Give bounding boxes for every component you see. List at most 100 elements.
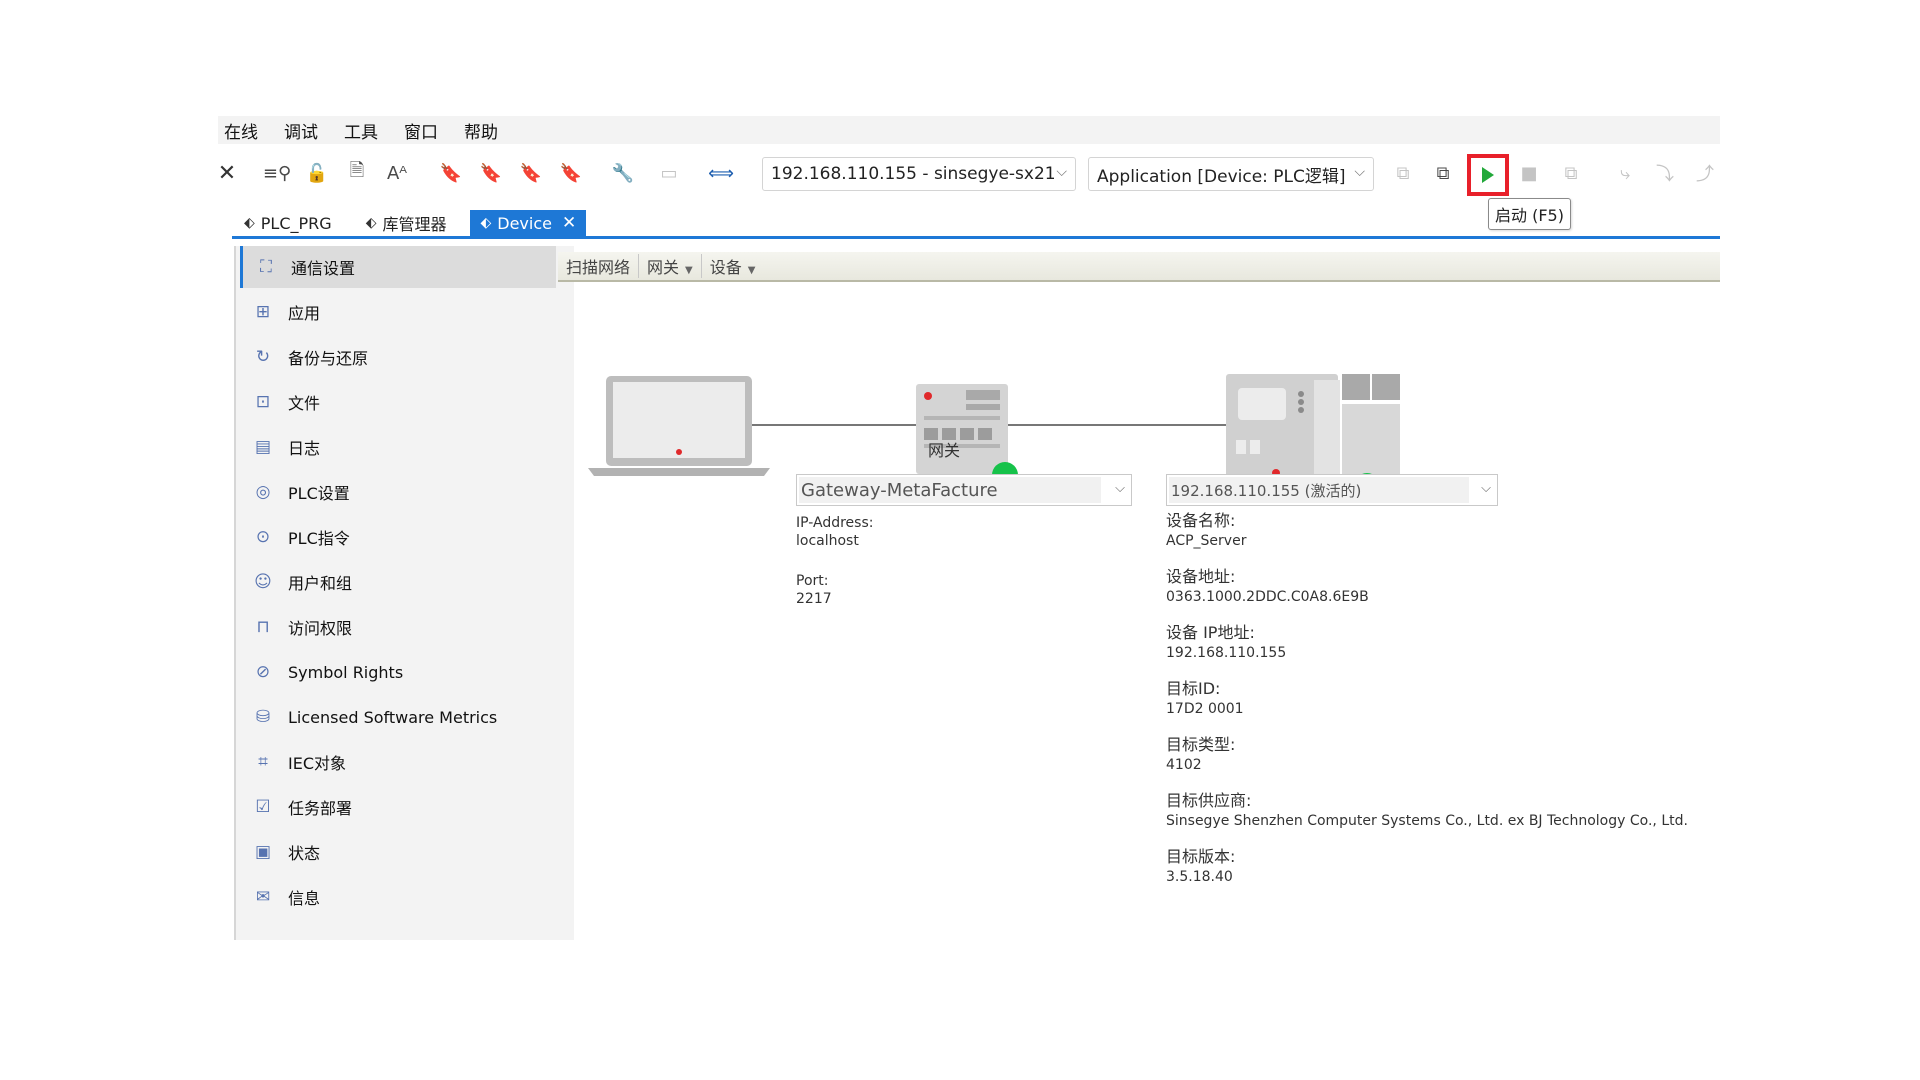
sidebar-item-label: Licensed Software Metrics: [288, 707, 498, 727]
sidebar-item-information[interactable]: ✉ 信息: [240, 876, 556, 918]
network-diagram: [588, 374, 1400, 499]
scan-network-label: 扫描网络: [566, 258, 631, 277]
plc-command-icon: ⊙: [255, 527, 271, 547]
lock-icon: ⊓: [256, 617, 270, 637]
font-icon[interactable]: Aᴬ: [382, 158, 412, 188]
sidebar-item-label: 状态: [288, 844, 321, 863]
tab-label: Device: [497, 213, 552, 233]
sidebar-item-files[interactable]: ⊡ 文件: [240, 381, 556, 423]
sidebar-item-label: 应用: [288, 304, 321, 323]
menu-debug[interactable]: 调试: [284, 118, 318, 143]
sidebar-item-label: PLC设置: [288, 484, 350, 503]
sidebar-item-software-metrics[interactable]: ⛁ Licensed Software Metrics: [240, 696, 556, 738]
task-icon: ☑: [255, 797, 271, 817]
sidebar-item-plc-settings[interactable]: ◎ PLC设置: [240, 471, 556, 513]
application-combo[interactable]: Application [Device: PLC逻辑] ⌵: [1088, 157, 1374, 191]
tab-underline: [232, 236, 1720, 239]
bookmark-clear-icon[interactable]: 🔖: [556, 158, 586, 188]
device-select[interactable]: 192.168.110.155 (激活的) ⌵: [1166, 474, 1498, 506]
connect-icon[interactable]: ⟺: [706, 158, 736, 188]
build-icon[interactable]: 🔧: [608, 158, 638, 188]
window-icon[interactable]: ▭: [654, 158, 684, 188]
close-icon[interactable]: ✕: [218, 158, 242, 188]
close-tab-icon[interactable]: ✕: [562, 213, 576, 233]
bookmark-icon[interactable]: 🔖: [436, 158, 466, 188]
sidebar-item-label: IEC对象: [288, 754, 347, 773]
symbol-rights-icon: ⊘: [255, 662, 271, 682]
sidebar-item-communication[interactable]: ⛶ 通信设置: [240, 246, 556, 288]
device-select-value: 192.168.110.155 (激活的): [1171, 481, 1362, 500]
gateway-label: 网关: [928, 441, 961, 460]
tag-icon: ⬖: [365, 215, 377, 231]
gateway-select[interactable]: Gateway-MetaFacture ⌵: [796, 474, 1132, 506]
plc-device-icon: [1226, 374, 1400, 486]
tab-device[interactable]: ⬖ Device ✕: [470, 210, 587, 236]
bookmark-prev-icon[interactable]: 🔖: [476, 158, 506, 188]
gateway-port-label: Port:: [796, 573, 829, 589]
chevron-down-icon: ⌵: [1354, 164, 1365, 180]
tab-library-manager[interactable]: ⬖ 库管理器: [356, 210, 457, 236]
device-ip-label: 设备 IP地址:: [1166, 623, 1255, 642]
stop-icon[interactable]: ■: [1514, 158, 1544, 188]
device-combo[interactable]: 192.168.110.155 - sinsegye-sx21 ⌵: [762, 157, 1076, 191]
sidebar-item-label: 备份与还原: [288, 349, 369, 368]
sidebar-item-plc-commands[interactable]: ⊙ PLC指令: [240, 516, 556, 558]
start-button[interactable]: [1467, 154, 1509, 196]
target-version-value: 3.5.18.40: [1166, 869, 1233, 885]
application-combo-value: Application [Device: PLC逻辑]: [1097, 166, 1346, 187]
step-into-icon[interactable]: ⤵: [1650, 158, 1680, 188]
lock-edit-icon[interactable]: 🔓: [302, 158, 332, 188]
sidebar-item-log[interactable]: ▤ 日志: [240, 426, 556, 468]
step-over-icon[interactable]: ⤷: [1610, 158, 1640, 188]
menu-tools[interactable]: 工具: [344, 118, 378, 143]
device-name-label: 设备名称:: [1166, 511, 1236, 530]
gateway-menu-label: 网关: [647, 258, 680, 277]
menu-window[interactable]: 窗口: [404, 118, 438, 143]
menu-help[interactable]: 帮助: [464, 118, 498, 143]
sidebar-item-task-deployment[interactable]: ☑ 任务部署: [240, 786, 556, 828]
logout-icon[interactable]: ⧉: [1428, 158, 1458, 188]
network-icon: ⛶: [260, 257, 272, 277]
chevron-down-icon: ⌵: [1115, 481, 1125, 496]
sidebar-item-label: 通信设置: [291, 259, 356, 278]
database-icon: ⛁: [255, 707, 271, 727]
sidebar-item-users-groups[interactable]: ☺ 用户和组: [240, 561, 556, 603]
iec-object-icon: ⌗: [258, 752, 268, 772]
device-menu-button[interactable]: 设备 ▼: [702, 254, 764, 278]
sidebar-item-backup[interactable]: ↻ 备份与还原: [240, 336, 556, 378]
mail-icon: ✉: [255, 887, 271, 907]
sidebar-item-access-rights[interactable]: ⊓ 访问权限: [240, 606, 556, 648]
find-icon[interactable]: ≡⚲: [262, 158, 292, 188]
tag-icon: ⬖: [480, 215, 492, 231]
play-icon: [1482, 167, 1494, 183]
sidebar-item-label: 信息: [288, 889, 321, 908]
gateway-ip-value: localhost: [796, 533, 859, 549]
file-icon: ⊡: [255, 392, 271, 412]
device-combo-value: 192.168.110.155 - sinsegye-sx21: [771, 164, 1056, 184]
sidebar-item-symbol-rights[interactable]: ⊘ Symbol Rights: [240, 651, 556, 693]
login-icon[interactable]: ⧉: [1388, 158, 1418, 188]
device-name-value: ACP_Server: [1166, 533, 1247, 549]
sidebar-item-applications[interactable]: ⊞ 应用: [240, 291, 556, 333]
sidebar-item-label: 任务部署: [288, 799, 353, 818]
sidebar-item-label: PLC指令: [288, 529, 350, 548]
reset-icon[interactable]: ⧉: [1556, 158, 1586, 188]
tab-plc-prg[interactable]: ⬖ PLC_PRG: [234, 210, 342, 236]
menu-online[interactable]: 在线: [224, 118, 258, 143]
tag-icon: ⬖: [244, 215, 255, 231]
target-type-value: 4102: [1166, 757, 1202, 773]
target-vendor-label: 目标供应商:: [1166, 791, 1252, 810]
gateway-select-value: Gateway-MetaFacture: [801, 479, 998, 501]
log-icon: ▤: [254, 437, 272, 457]
sidebar-item-label: 文件: [288, 394, 321, 413]
menubar: 在线 调试 工具 窗口 帮助: [218, 116, 1720, 144]
device-ip-value: 192.168.110.155: [1166, 645, 1287, 661]
gateway-menu-button[interactable]: 网关 ▼: [639, 254, 702, 278]
bookmark-next-icon[interactable]: 🔖: [516, 158, 546, 188]
scan-network-button[interactable]: 扫描网络: [558, 254, 640, 278]
page-search-icon[interactable]: 🗎: [342, 158, 372, 188]
sidebar-item-status[interactable]: ▣ 状态: [240, 831, 556, 873]
sidebar-item-iec-objects[interactable]: ⌗ IEC对象: [240, 741, 556, 783]
step-out-icon[interactable]: ⤴: [1690, 158, 1720, 188]
app-window: 在线 调试 工具 窗口 帮助 ✕ ≡⚲ 🔓 🗎 Aᴬ 🔖 🔖 🔖 🔖 🔧 ▭ ⟺…: [218, 116, 1720, 940]
